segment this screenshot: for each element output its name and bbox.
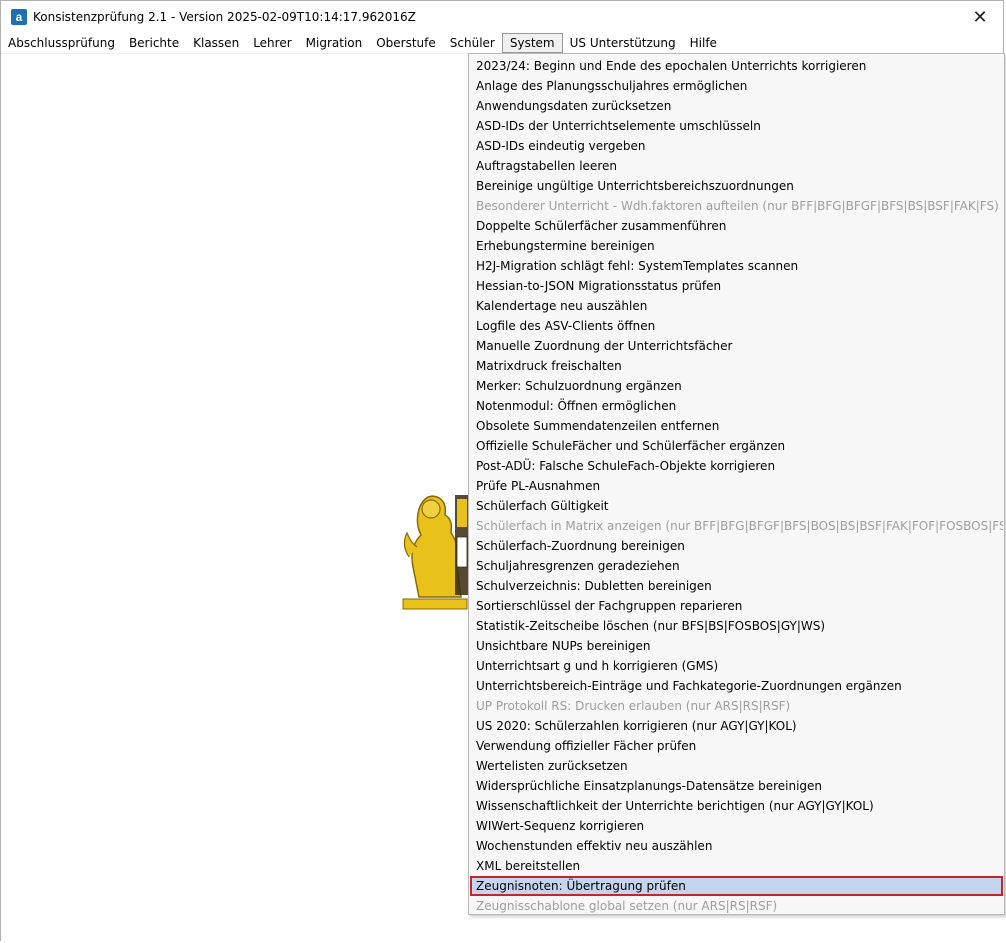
menu-berichte[interactable]: Berichte	[122, 33, 186, 53]
system-menu-item[interactable]: Widersprüchliche Einsatzplanungs-Datensä…	[470, 776, 1003, 796]
app-window: a Konsistenzprüfung 2.1 - Version 2025-0…	[0, 0, 1005, 942]
system-menu-item[interactable]: Verwendung offizieller Fächer prüfen	[470, 736, 1003, 756]
system-menu-item[interactable]: Matrixdruck freischalten	[470, 356, 1003, 376]
system-menu-item[interactable]: Bereinige ungültige Unterrichtsbereichsz…	[470, 176, 1003, 196]
title-bar[interactable]: a Konsistenzprüfung 2.1 - Version 2025-0…	[1, 1, 1003, 33]
system-menu-item[interactable]: Unterrichtsart g und h korrigieren (GMS)	[470, 656, 1003, 676]
system-menu-item[interactable]: Erhebungstermine bereinigen	[470, 236, 1003, 256]
system-menu-item[interactable]: Wissenschaftlichkeit der Unterrichte ber…	[470, 796, 1003, 816]
menu-lehrer[interactable]: Lehrer	[246, 33, 298, 53]
system-menu-item[interactable]: US 2020: Schülerzahlen korrigieren (nur …	[470, 716, 1003, 736]
menu-schüler[interactable]: Schüler	[443, 33, 502, 53]
system-menu-item[interactable]: 2023/24: Beginn und Ende des epochalen U…	[470, 56, 1003, 76]
menu-oberstufe[interactable]: Oberstufe	[369, 33, 443, 53]
system-menu-item[interactable]: Anwendungsdaten zurücksetzen	[470, 96, 1003, 116]
system-menu-item[interactable]: Doppelte Schülerfächer zusammenführen	[470, 216, 1003, 236]
system-menu-item[interactable]: Kalendertage neu auszählen	[470, 296, 1003, 316]
system-menu-item[interactable]: ASD-IDs eindeutig vergeben	[470, 136, 1003, 156]
system-menu-item: UP Protokoll RS: Drucken erlauben (nur A…	[476, 699, 791, 713]
menu-us-unterstützung[interactable]: US Unterstützung	[563, 33, 683, 53]
system-menu-item[interactable]: Unterrichtsbereich-Einträge und Fachkate…	[470, 676, 1003, 696]
system-menu-item[interactable]: Schulverzeichnis: Dubletten bereinigen	[470, 576, 1003, 596]
system-menu-item[interactable]: Obsolete Summendatenzeilen entfernen	[470, 416, 1003, 436]
system-menu-item[interactable]: Notenmodul: Öffnen ermöglichen	[470, 396, 1003, 416]
system-menu-item[interactable]: Unsichtbare NUPs bereinigen	[470, 636, 1003, 656]
system-menu-item[interactable]: H2J-Migration schlägt fehl: SystemTempla…	[470, 256, 1003, 276]
system-menu-item[interactable]: ASD-IDs der Unterrichtselemente umschlüs…	[470, 116, 1003, 136]
menu-bar: Abschlussprüfung Berichte Klassen Lehrer Mig…	[1, 33, 1003, 54]
system-menu-item[interactable]: Anlage des Planungsschuljahres ermöglich…	[470, 76, 1003, 96]
system-menu-item[interactable]: XML bereitstellen	[470, 856, 1003, 876]
menu-system[interactable]: System	[501, 33, 563, 53]
system-menu-item: Besonderer Unterricht - Wdh.faktoren auf…	[476, 199, 999, 213]
app-icon: a	[11, 9, 27, 25]
system-menu-item[interactable]: Auftragstabellen leeren	[470, 156, 1003, 176]
bavarian-lion-emblem	[402, 495, 469, 610]
system-menu-item[interactable]: Schuljahresgrenzen geradeziehen	[470, 556, 1003, 576]
system-menu-item[interactable]: Zeugnisnoten: Übertragung prüfen	[470, 876, 1003, 896]
window-title: Konsistenzprüfung 2.1 - Version 2025-02-…	[33, 10, 416, 24]
system-menu-item[interactable]: Schülerfach Gültigkeit	[470, 496, 1003, 516]
system-menu-item[interactable]: Prüfe PL-Ausnahmen	[470, 476, 1003, 496]
system-menu-item[interactable]: Hessian-to-JSON Migrationsstatus prüfen	[470, 276, 1003, 296]
system-menu-item: Zeugnisschablone global setzen (nur ARS|…	[476, 899, 778, 913]
system-menu-item[interactable]: Sortierschlüssel der Fachgruppen reparie…	[470, 596, 1003, 616]
system-menu-item[interactable]: Manuelle Zuordnung der Unterrichtsfächer	[470, 336, 1003, 356]
menu-migration[interactable]: Migration	[299, 33, 370, 53]
system-menu-item[interactable]: Wochenstunden effektiv neu auszählen	[470, 836, 1003, 856]
system-dropdown-menu: 2023/24: Beginn und Ende des epochalen U…	[468, 53, 1005, 915]
menu-hilfe[interactable]: Hilfe	[683, 33, 724, 53]
close-button[interactable]: ✕	[957, 1, 1003, 33]
menu-abschlussprüfung[interactable]: Abschlussprüfung	[1, 33, 122, 53]
system-menu-item[interactable]: Merker: Schulzuordnung ergänzen	[470, 376, 1003, 396]
system-menu-item: Schülerfach in Matrix anzeigen (nur BFF|…	[476, 519, 1003, 533]
system-menu-item[interactable]: WIWert-Sequenz korrigieren	[470, 816, 1003, 836]
menu-klassen[interactable]: Klassen	[186, 33, 246, 53]
system-menu-item[interactable]: Post-ADÜ: Falsche SchuleFach-Objekte kor…	[470, 456, 1003, 476]
system-menu-item[interactable]: Logfile des ASV-Clients öffnen	[470, 316, 1003, 336]
system-menu-item[interactable]: Offizielle SchuleFächer und Schülerfäche…	[470, 436, 1003, 456]
system-menu-item[interactable]: Wertelisten zurücksetzen	[470, 756, 1003, 776]
system-menu-item[interactable]: Statistik-Zeitscheibe löschen (nur BFS|B…	[470, 616, 1003, 636]
system-menu-item[interactable]: Schülerfach-Zuordnung bereinigen	[470, 536, 1003, 556]
close-icon: ✕	[972, 6, 988, 28]
